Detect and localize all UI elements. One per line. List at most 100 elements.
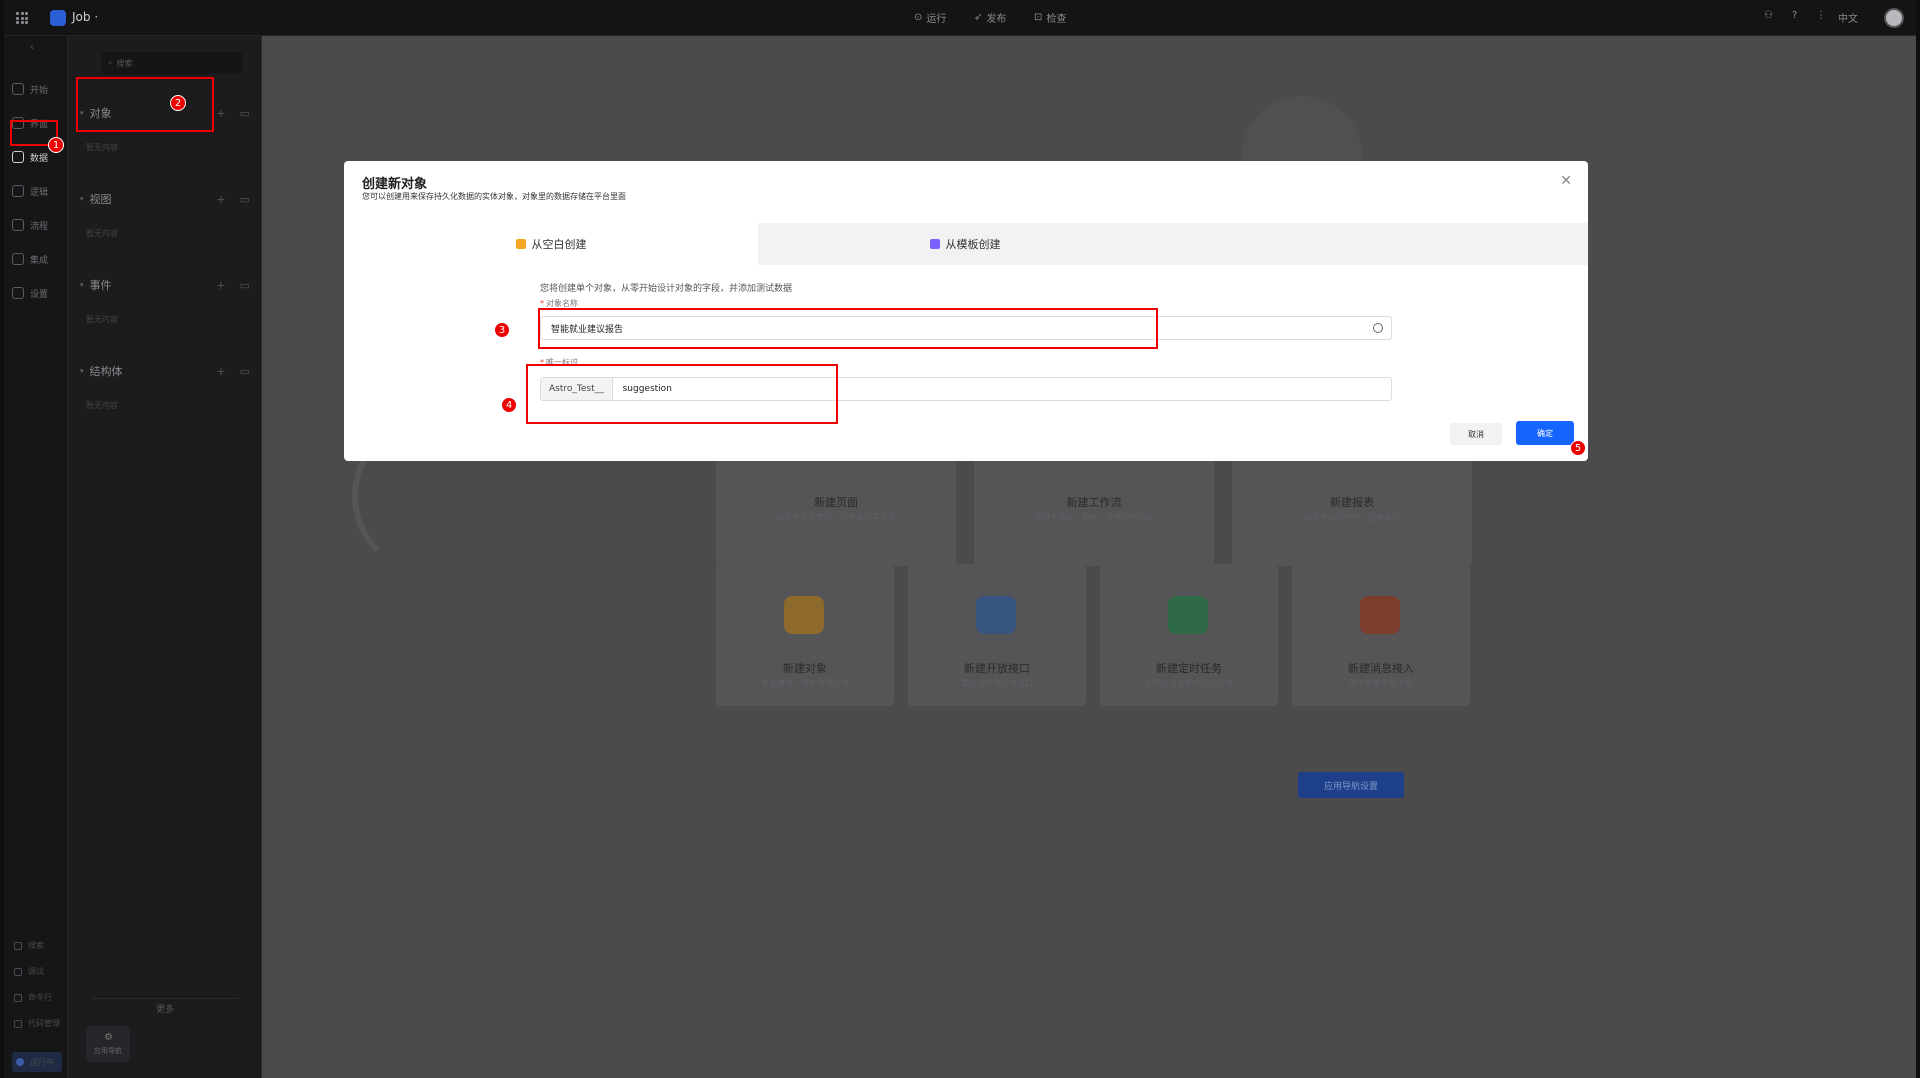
ok-button[interactable]: 确定 (1516, 421, 1574, 445)
flow-icon (12, 219, 24, 231)
rail-item-start[interactable]: 开始 (12, 78, 64, 100)
add-icon[interactable]: + (216, 193, 225, 206)
rail-bottom-label: 命令行 (28, 993, 52, 1002)
language-switch[interactable]: 中文 (1838, 10, 1858, 25)
tab-from-blank[interactable]: 从空白创建 (344, 223, 758, 265)
gear-icon (12, 287, 24, 299)
add-icon[interactable]: + (216, 107, 225, 120)
card-new-workflow[interactable]: 新建工作流 适用于审批、协作、业务流转场景 (974, 456, 1214, 566)
logic-icon (12, 185, 24, 197)
app-nav-label: 应用导航 (94, 1047, 122, 1055)
add-icon[interactable]: + (216, 365, 225, 378)
card-new-schedule[interactable]: 新建定时任务 系统后台定期完成的任务 (1100, 564, 1278, 706)
message-icon (1360, 596, 1400, 634)
check-icon: ⊡ (1034, 12, 1043, 23)
rail-terminal[interactable]: 命令行 (14, 992, 66, 1003)
top-bar: Job · ⊙ 运行 ➶ 发布 ⊡ 检查 ⚇ ? ⋮ 中文 (4, 0, 1916, 36)
folder-icon[interactable]: ▭ (240, 193, 250, 206)
empty-text: 暂无内容 (86, 143, 118, 152)
card-title: 新建定时任务 (1156, 662, 1222, 675)
collapse-icon[interactable]: ‹ (30, 42, 34, 53)
tab-from-template[interactable]: 从模板创建 (758, 223, 1172, 265)
rail-item-flow[interactable]: 流程 (12, 214, 64, 236)
more-icon[interactable]: ⋮ (1816, 10, 1826, 21)
publish-icon: ➶ (974, 12, 983, 23)
folder-icon[interactable]: ▭ (240, 365, 250, 378)
rail-label: 集成 (30, 255, 49, 266)
empty-text: 暂无内容 (86, 229, 118, 238)
help-icon[interactable]: ? (1792, 10, 1797, 21)
app-window: Job · ⊙ 运行 ➶ 发布 ⊡ 检查 ⚇ ? ⋮ 中文 ‹ 开始 界面 数据 逻辑… (4, 0, 1916, 1078)
rail-item-settings[interactable]: 设置 (12, 282, 64, 304)
run-button[interactable]: ⊙ 运行 (914, 10, 946, 25)
more-link[interactable]: 更多 (68, 998, 262, 1015)
rail-label: 设置 (30, 289, 49, 300)
search-icon: ⌕ (108, 58, 113, 67)
folder-icon[interactable]: ▭ (240, 107, 250, 120)
users-icon[interactable]: ⚇ (1764, 10, 1773, 21)
rail-bottom-label: 代码管理 (28, 1019, 60, 1028)
card-desc: 适用于审批、协作、业务流转场景 (1034, 513, 1154, 522)
apps-grid-icon[interactable] (16, 12, 28, 24)
globe-icon[interactable] (1373, 323, 1383, 333)
left-rail: ‹ 开始 界面 数据 逻辑 流程 集成 设置 搜索 调试 命令行 代码管理 运行… (4, 36, 68, 1078)
section-header[interactable]: ▾ 事件 + ▭ (80, 276, 250, 294)
card-desc: 数据建模，用于存储业务 (761, 679, 849, 688)
rail-label: 数据 (30, 153, 49, 164)
check-label: 检查 (1046, 14, 1067, 25)
run-label: 运行 (926, 14, 947, 25)
form-hint: 您将创建单个对象，从零开始设计对象的字段，并添加测试数据 (540, 284, 793, 294)
rail-search[interactable]: 搜索 (14, 940, 66, 951)
modal-subtitle: 您可以创建用来保存持久化数据的实体对象，对象里的数据存储在平台里面 (362, 192, 626, 201)
add-icon[interactable]: + (216, 279, 225, 292)
name-label-text: 对象名称 (546, 299, 578, 308)
schedule-icon (1168, 596, 1208, 634)
card-new-message[interactable]: 新建消息接入 用于采集外部消息 (1292, 564, 1470, 706)
section-header[interactable]: ▾ 视图 + ▭ (80, 190, 250, 208)
section-events: ▾ 事件 + ▭ 暂无内容 (80, 276, 250, 325)
app-nav-button[interactable]: ⚙ 应用导航 (86, 1026, 130, 1062)
card-new-page[interactable]: 新建页面 适用于业务管理、信息展示等页面 (716, 456, 956, 566)
caret-down-icon: ▾ (80, 367, 84, 375)
rail-bottom-label: 运行中 (30, 1057, 54, 1067)
object-icon (784, 596, 824, 634)
rail-item-logic[interactable]: 逻辑 (12, 180, 64, 202)
rail-debug[interactable]: 调试 (14, 966, 66, 977)
check-button[interactable]: ⊡ 检查 (1034, 10, 1066, 25)
card-new-api[interactable]: 新建开放接口 第三方开放业务接口 (908, 564, 1086, 706)
annotation-box-3 (538, 308, 1158, 349)
folder-icon[interactable]: ▭ (240, 279, 250, 292)
app-nav-settings-button[interactable]: 应用导航设置 (1298, 772, 1404, 798)
gear-icon: ⚙ (104, 1032, 113, 1043)
card-new-report[interactable]: 新建报表 适用于统计分析、图表展示 (1232, 456, 1472, 566)
panel-search-placeholder: 搜索 (116, 58, 133, 68)
section-title: 事件 (89, 279, 112, 292)
annotation-badge-1: 1 (48, 137, 64, 153)
caret-down-icon: ▾ (80, 195, 84, 203)
rail-bottom-label: 搜索 (28, 941, 44, 950)
card-desc: 第三方开放业务接口 (961, 679, 1033, 688)
app-name[interactable]: Job · (72, 10, 98, 24)
section-header[interactable]: ▾ 结构体 + ▭ (80, 362, 250, 380)
table-icon (12, 151, 24, 163)
data-panel: ⌕ 搜索 ▾ 对象 + ▭ 暂无内容 ▾ 视图 + ▭ 暂无内容 ▾ 事件 + ▭ 暂无… (68, 36, 262, 1078)
publish-label: 发布 (986, 14, 1007, 25)
cancel-button[interactable]: 取消 (1450, 423, 1502, 445)
rail-running-status[interactable]: 运行中 (12, 1052, 62, 1072)
section-title: 视图 (89, 193, 112, 206)
card-new-object[interactable]: 新建对象 数据建模，用于存储业务 (716, 564, 894, 706)
blank-icon (515, 239, 526, 249)
annotation-badge-4: 4 (501, 397, 517, 413)
rail-git[interactable]: 代码管理 (14, 1018, 66, 1029)
section-title: 结构体 (89, 365, 123, 378)
annotation-badge-3: 3 (494, 322, 510, 338)
panel-search-input[interactable]: ⌕ 搜索 (102, 52, 242, 74)
rail-item-integration[interactable]: 集成 (12, 248, 64, 270)
publish-button[interactable]: ➶ 发布 (974, 10, 1006, 25)
create-mode-tabs: 从空白创建 从模板创建 (344, 223, 1588, 265)
card-desc: 适用于统计分析、图表展示 (1304, 513, 1400, 522)
avatar[interactable] (1884, 8, 1904, 28)
empty-text: 暂无内容 (86, 401, 118, 410)
close-icon[interactable]: ✕ (1560, 173, 1572, 189)
rail-label: 逻辑 (30, 187, 49, 198)
